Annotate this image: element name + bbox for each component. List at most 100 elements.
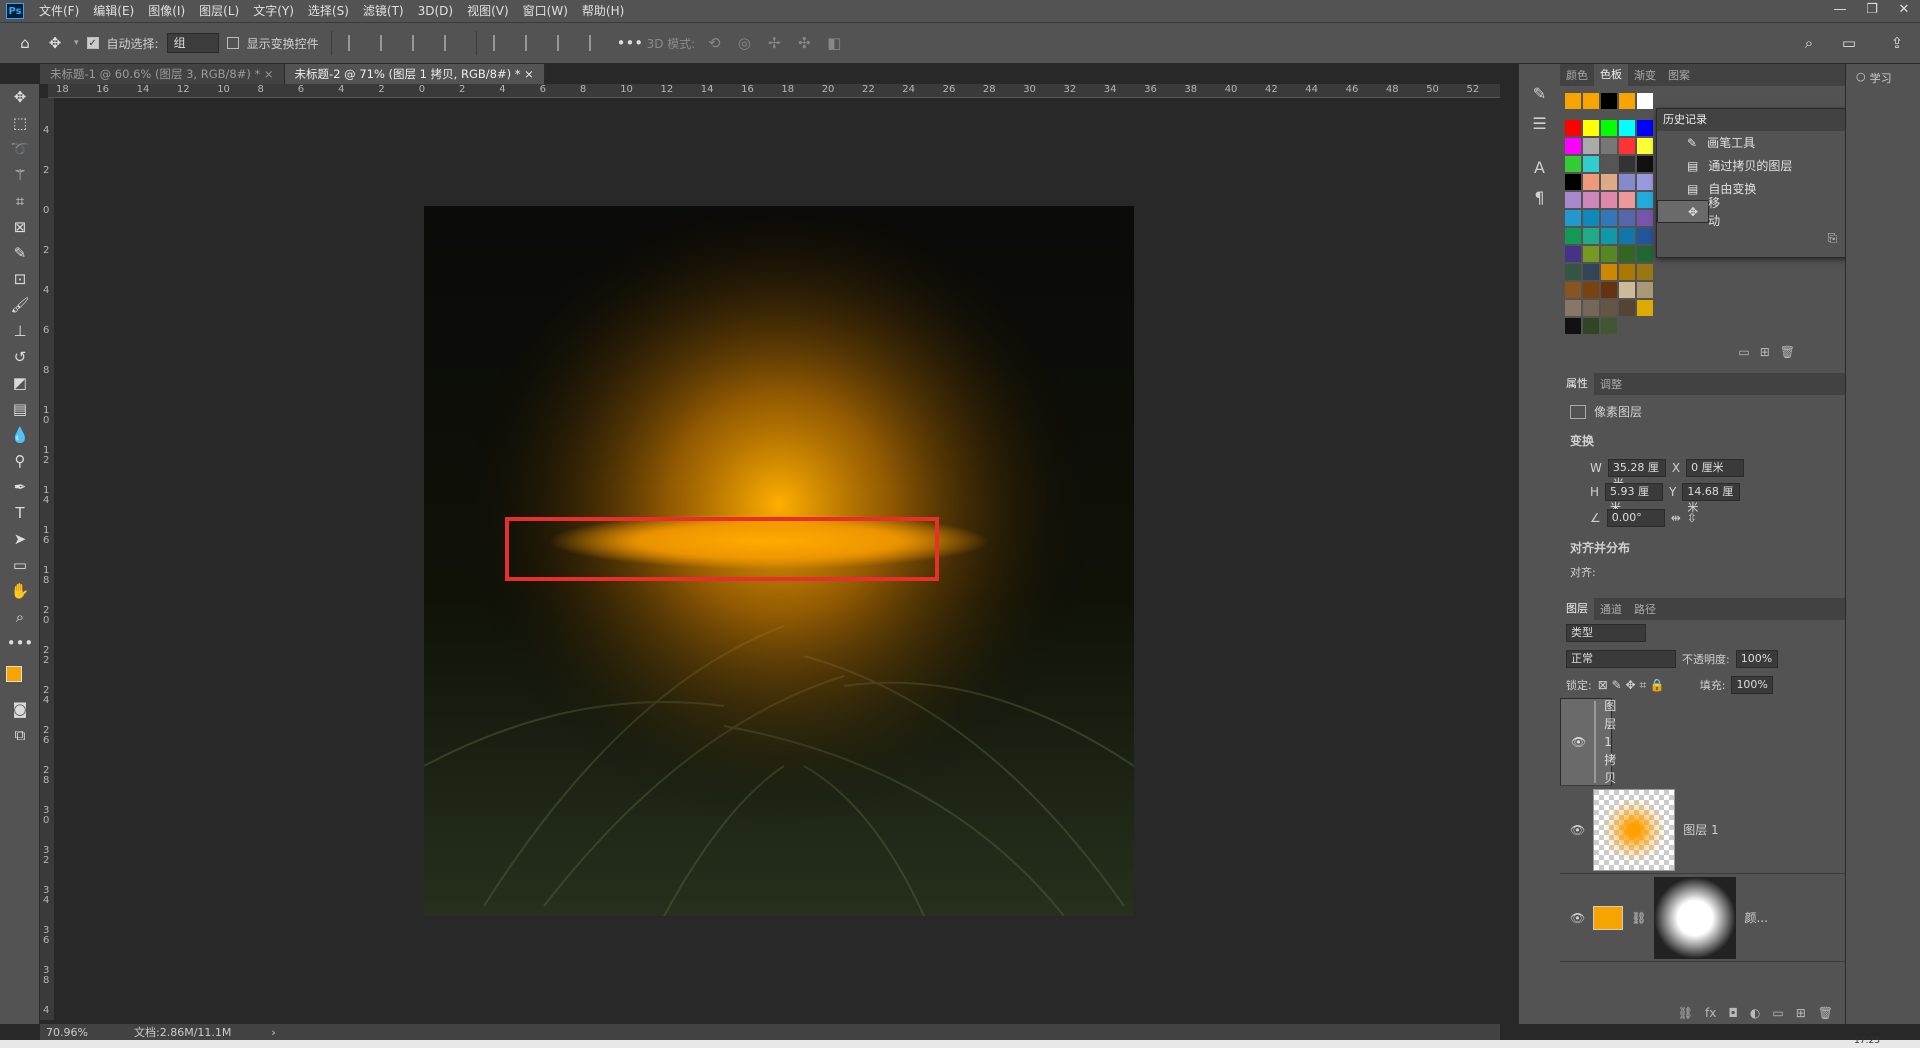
close-icon[interactable]: × — [524, 67, 534, 81]
swatch[interactable] — [1601, 300, 1617, 316]
adjustment-layer-icon[interactable]: ◐ — [1750, 1006, 1760, 1020]
menu-item[interactable]: 3D(D) — [411, 0, 460, 22]
3d-pan-icon[interactable]: ✢ — [763, 34, 785, 52]
swatch[interactable] — [1565, 138, 1581, 154]
swatch[interactable] — [1619, 93, 1635, 109]
align-center-icon[interactable] — [379, 35, 396, 51]
swatch[interactable] — [1637, 228, 1653, 244]
swatch[interactable] — [1565, 246, 1581, 262]
swatch[interactable] — [1619, 300, 1635, 316]
swatch[interactable] — [1583, 93, 1599, 109]
swatch[interactable] — [1601, 156, 1617, 172]
swatch[interactable] — [1601, 228, 1617, 244]
move-tool-icon[interactable]: ✥ — [44, 34, 66, 52]
trash-icon[interactable]: 🗑 — [1818, 1006, 1833, 1020]
swatch[interactable] — [1619, 174, 1635, 190]
menu-item[interactable]: 选择(S) — [301, 0, 356, 22]
swatch[interactable] — [1565, 228, 1581, 244]
width-field[interactable]: 35.28 厘米 — [1607, 459, 1666, 490]
menu-item[interactable]: 图像(I) — [141, 0, 192, 22]
tab-color[interactable]: 颜色 — [1560, 67, 1594, 83]
menu-item[interactable]: 文件(F) — [32, 0, 86, 22]
type-tool-icon[interactable]: T — [0, 500, 40, 526]
swatch[interactable] — [1565, 264, 1581, 280]
adjustments-icon[interactable]: ☰ — [1519, 114, 1560, 144]
crop-tool-icon[interactable]: ⌗ — [0, 188, 40, 214]
swatch[interactable] — [1637, 210, 1653, 226]
eye-icon[interactable]: 👁 — [1571, 733, 1586, 751]
y-field[interactable]: 14.68 厘米 — [1682, 483, 1741, 514]
align-top-icon[interactable] — [492, 35, 509, 51]
swatch[interactable] — [1565, 210, 1581, 226]
align-left-icon[interactable] — [347, 35, 364, 51]
tab-pattern[interactable]: 图案 — [1662, 67, 1696, 83]
angle-field[interactable]: 0.00° — [1606, 509, 1665, 527]
new-swatch-icon[interactable]: ⊞ — [1760, 345, 1770, 367]
search-icon[interactable]: ⌕ — [1798, 34, 1820, 52]
swatch[interactable] — [1637, 120, 1653, 136]
opacity-field[interactable]: 100% — [1735, 650, 1778, 668]
swatch[interactable] — [1601, 282, 1617, 298]
swatch[interactable] — [1619, 156, 1635, 172]
chevron-right-icon[interactable]: › — [231, 1026, 275, 1039]
auto-select-dropdown[interactable]: 组 — [166, 33, 219, 53]
swatch[interactable] — [1565, 282, 1581, 298]
stamp-tool-icon[interactable]: ⊥ — [0, 318, 40, 344]
group-icon[interactable]: ▭ — [1772, 1006, 1783, 1020]
workspace-icon[interactable]: ▭ — [1838, 34, 1860, 52]
tab-properties[interactable]: 属性 — [1560, 373, 1594, 395]
swatch[interactable] — [1637, 246, 1653, 262]
gradient-tool-icon[interactable]: ▤ — [0, 396, 40, 422]
swatch[interactable] — [1565, 156, 1581, 172]
menu-item[interactable]: 窗口(W) — [516, 0, 575, 22]
swatch[interactable] — [1637, 300, 1653, 316]
hand-tool-icon[interactable]: ✋ — [0, 578, 40, 604]
folder-icon[interactable]: ▭ — [1738, 345, 1749, 367]
mask-icon[interactable]: ◘ — [1728, 1006, 1738, 1020]
swatch[interactable] — [1583, 300, 1599, 316]
frame-tool-icon[interactable]: ⊠ — [0, 214, 40, 240]
magic-wand-icon[interactable]: ⚚ — [0, 162, 40, 188]
layer-row[interactable]: 👁 图层 1 — [1560, 786, 1845, 874]
swatch[interactable] — [1583, 138, 1599, 154]
swatch[interactable] — [1619, 210, 1635, 226]
chevron-down-icon[interactable]: ▾ — [74, 38, 79, 48]
zoom-level[interactable]: 70.96% — [40, 1026, 110, 1039]
healing-brush-icon[interactable]: ⊡ — [0, 266, 40, 292]
fx-icon[interactable]: fx — [1705, 1006, 1716, 1020]
blend-mode-dropdown[interactable]: 正常 — [1566, 650, 1676, 668]
menu-item[interactable]: 编辑(E) — [86, 0, 141, 22]
fill-field[interactable]: 100% — [1731, 676, 1774, 694]
tab-layers[interactable]: 图层 — [1560, 598, 1594, 620]
swatch[interactable] — [1565, 120, 1581, 136]
layer-row[interactable]: 👁 ⛓ 颜... — [1560, 874, 1845, 962]
swatch[interactable] — [1583, 228, 1599, 244]
swatch[interactable] — [1601, 192, 1617, 208]
eraser-icon[interactable]: ◩ — [0, 370, 40, 396]
swatch[interactable] — [1637, 138, 1653, 154]
menu-item[interactable]: 帮助(H) — [575, 0, 631, 22]
brush-tool-icon[interactable]: 🖌 — [0, 292, 40, 318]
character-icon[interactable]: A — [1519, 158, 1560, 188]
eye-icon[interactable]: 👁 — [1570, 911, 1585, 925]
swatch[interactable] — [1619, 264, 1635, 280]
swatch[interactable] — [1583, 120, 1599, 136]
layer-row[interactable]: 👁 图层 1 拷贝 — [1560, 698, 1616, 786]
screen-mode-icon[interactable]: ⧉ — [0, 722, 40, 748]
swatch[interactable] — [1583, 246, 1599, 262]
swatch[interactable] — [1565, 93, 1581, 109]
auto-select-checkbox[interactable]: ✓ — [86, 37, 99, 49]
swatch[interactable] — [1637, 282, 1653, 298]
foreground-color[interactable] — [6, 666, 22, 682]
blur-tool-icon[interactable]: 💧 — [0, 422, 40, 448]
swatch[interactable] — [1619, 138, 1635, 154]
swatch[interactable] — [1637, 93, 1653, 109]
3d-camera-icon[interactable]: ◧ — [823, 34, 845, 52]
tab-document-2[interactable]: 未标题-2 @ 71% (图层 1 拷贝, RGB/8#) * × — [284, 64, 545, 84]
align-bottom-icon[interactable] — [556, 35, 573, 51]
swatch[interactable] — [1619, 246, 1635, 262]
eyedropper-icon[interactable]: ✎ — [0, 240, 40, 266]
menu-item[interactable]: 图层(L) — [192, 0, 246, 22]
tab-channels[interactable]: 通道 — [1594, 601, 1628, 617]
close-button[interactable]: ✕ — [1888, 0, 1920, 22]
